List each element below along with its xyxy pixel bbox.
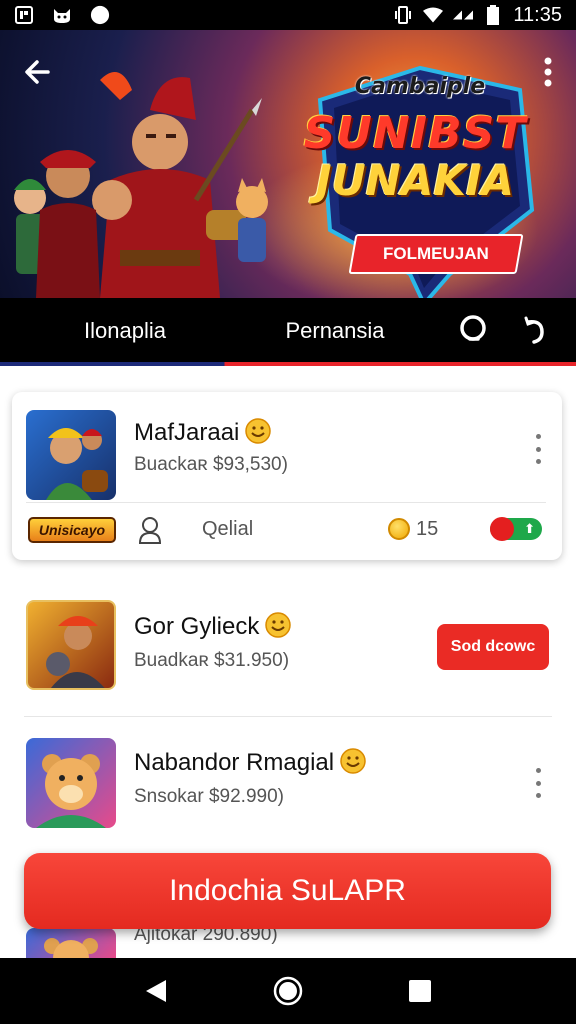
app-thumbnail <box>26 738 116 828</box>
circle-icon <box>90 5 110 25</box>
grin-emoji-icon <box>340 748 366 774</box>
cat-icon <box>52 5 72 25</box>
hero-badge-subtitle: JUNAKIA <box>315 156 515 205</box>
app-thumbnail <box>26 928 116 958</box>
user-icon[interactable] <box>138 516 164 544</box>
tab-label: Pernansia <box>285 318 385 343</box>
list-item-subtitle: Buackaʀ $93,530) <box>134 454 288 475</box>
title-text: MafJaraai <box>134 419 240 446</box>
status-bar: 11:35 <box>0 0 576 30</box>
tab-ilonaplia[interactable]: Ilonaplia <box>30 298 220 364</box>
signal-icon <box>453 5 474 25</box>
tab-label: Ilonaplia <box>84 318 166 343</box>
app-thumbnail <box>26 600 116 690</box>
item-more-icon[interactable] <box>530 768 546 798</box>
hero-badge-ribbon-label: FOLMEUJAN <box>383 244 489 263</box>
list-item-title: Gor Gylieck <box>134 612 292 641</box>
hero-badge-title: SUNIBST <box>303 108 527 159</box>
hero-badge-line1: Cambaiple <box>354 74 486 99</box>
item-more-icon[interactable] <box>530 434 546 464</box>
hero-banner: Cambaiple SUNIBST JUNAKIA FOLMEUJAN <box>0 30 576 298</box>
primary-action-button[interactable]: Indochia SuLAPR <box>24 853 551 929</box>
status-time: 11:35 <box>513 3 562 26</box>
detail-label[interactable]: Qelial <box>202 518 253 541</box>
back-triangle-icon[interactable] <box>136 971 176 1011</box>
vibrate-icon <box>393 5 413 25</box>
refresh-icon[interactable] <box>518 312 554 348</box>
list-item-title: MafJaraai <box>134 418 272 447</box>
app-thumbnail <box>26 410 116 500</box>
game-logo-text: Unisicayo <box>38 522 106 538</box>
list-divider <box>24 716 552 717</box>
toggle-knob <box>490 517 514 541</box>
coin-count: 15 <box>416 518 439 540</box>
battery-icon <box>483 5 503 25</box>
search-icon[interactable] <box>456 312 492 348</box>
system-nav-bar <box>0 958 576 1024</box>
card-divider <box>26 502 546 503</box>
back-arrow-icon[interactable] <box>20 54 56 90</box>
list-item-subtitle: Snsokar $92.990) <box>134 786 284 807</box>
wifi-icon <box>423 5 444 25</box>
title-text: Gor Gylieck <box>134 613 260 640</box>
coin-icon <box>388 518 410 540</box>
tab-bar: Ilonaplia Pernansia <box>0 298 576 366</box>
grin-emoji-icon <box>245 418 272 444</box>
recents-square-icon[interactable] <box>400 971 440 1011</box>
toggle-switch[interactable]: ⬆ <box>490 517 542 541</box>
game-logo: Unisicayo <box>28 517 116 543</box>
list-item-card[interactable]: MafJaraai Buackaʀ $93,530) Unisicayo Qel… <box>12 392 562 560</box>
tab-pernansia[interactable]: Pernansia <box>230 298 440 364</box>
title-text: Nabandor Rmagial <box>134 749 335 776</box>
home-circle-icon[interactable] <box>268 971 308 1011</box>
arrow-up-icon: ⬆ <box>524 521 535 536</box>
list-item-subtitle: Buadkaʀ $31.950) <box>134 650 290 671</box>
grin-emoji-icon <box>265 612 292 638</box>
more-vertical-icon[interactable] <box>538 54 558 90</box>
download-button[interactable]: Sod dcowc <box>437 624 549 670</box>
notification-icon <box>14 5 34 25</box>
hero-badge-ribbon: FOLMEUJAN <box>348 234 524 274</box>
list-item-title: Nabandor Rmagial <box>134 748 366 777</box>
